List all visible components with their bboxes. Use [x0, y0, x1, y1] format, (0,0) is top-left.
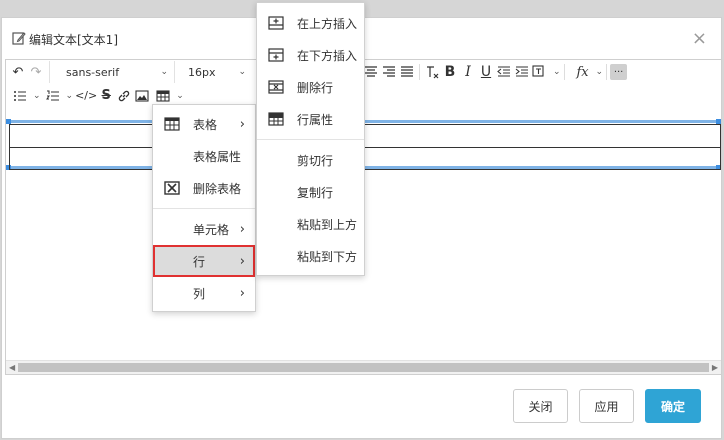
numbered-list-icon[interactable] [44, 86, 62, 106]
menu-item-insert-row-above[interactable]: 在上方插入 [257, 7, 364, 39]
menu-item-label: 删除表格 [193, 181, 242, 196]
bullet-list-icon[interactable] [11, 86, 29, 106]
menu-item-insert-row-below[interactable]: 在下方插入 [257, 39, 364, 71]
menu-item-label: 表格 [193, 117, 218, 132]
align-justify-icon[interactable] [398, 62, 416, 82]
chevron-down-icon[interactable]: ⌄ [33, 91, 41, 101]
menu-item-delete-table[interactable]: 删除表格 [153, 172, 255, 204]
chevron-down-icon[interactable]: ⌄ [596, 67, 604, 77]
toolbar-divider [606, 64, 608, 80]
chevron-down-icon: ⌄ [160, 67, 168, 77]
scrollbar-thumb[interactable] [18, 363, 709, 372]
undo-icon[interactable]: ↶ [9, 62, 27, 82]
font-family-select[interactable]: sans-serif ⌄ [49, 61, 174, 83]
edit-icon [12, 31, 26, 48]
menu-divider [257, 139, 364, 140]
toolbar-divider [419, 64, 420, 80]
menu-item-label: 列 [193, 286, 206, 301]
formula-button[interactable]: fx [574, 62, 592, 82]
menu-item-table-properties[interactable]: 表格属性 [153, 140, 255, 172]
menu-item-row-properties[interactable]: 行属性 [257, 103, 364, 135]
font-size-value: 16px [188, 65, 216, 79]
content-table[interactable] [9, 124, 721, 170]
menu-item-paste-row-below[interactable]: 粘贴到下方 [257, 240, 364, 272]
menu-item-cell[interactable]: 单元格 › [153, 213, 255, 245]
menu-item-label: 删除行 [297, 80, 334, 95]
align-right-icon[interactable] [380, 62, 398, 82]
more-button[interactable]: ··· [610, 64, 628, 80]
chevron-right-icon: › [239, 116, 245, 132]
indent-icon[interactable] [513, 62, 531, 82]
font-family-value: sans-serif [66, 65, 120, 79]
redo-icon[interactable]: ↷ [27, 62, 45, 82]
ok-button[interactable]: 确定 [645, 389, 701, 423]
menu-item-label: 行 [193, 254, 206, 269]
link-icon[interactable] [115, 86, 133, 106]
menu-item-label: 单元格 [193, 222, 230, 237]
scroll-right-icon[interactable]: ▶ [712, 361, 718, 374]
menu-item-row[interactable]: 行 › [153, 245, 255, 277]
menu-item-label: 剪切行 [297, 153, 334, 168]
menu-item-label: 在上方插入 [297, 16, 358, 31]
delete-row-icon [268, 80, 284, 94]
chevron-down-icon: ⌄ [238, 67, 246, 77]
table-row[interactable] [10, 125, 720, 148]
italic-button[interactable]: I [459, 62, 477, 82]
chevron-right-icon: › [239, 285, 245, 301]
toolbar-divider [563, 64, 565, 80]
chevron-right-icon: › [239, 221, 245, 237]
menu-divider [153, 208, 255, 209]
insert-row-below-icon [268, 48, 284, 62]
table-icon [164, 117, 180, 131]
menu-item-cut-row[interactable]: 剪切行 [257, 144, 364, 176]
apply-button[interactable]: 应用 [579, 389, 634, 423]
clear-format-icon[interactable] [423, 62, 441, 82]
dialog-title-text: 编辑文本[文本1] [29, 32, 118, 47]
menu-item-paste-row-above[interactable]: 粘贴到上方 [257, 208, 364, 240]
table-context-menu: 表格 › 表格属性 删除表格 单元格 › 行 › 列 › [152, 104, 256, 312]
menu-item-copy-row[interactable]: 复制行 [257, 176, 364, 208]
insert-row-above-icon [268, 16, 284, 30]
menu-item-label: 粘贴到上方 [297, 217, 358, 232]
font-size-select[interactable]: 16px ⌄ [174, 61, 252, 83]
text-style-icon[interactable] [531, 62, 549, 82]
menu-item-label: 行属性 [297, 112, 334, 127]
table-row[interactable] [10, 148, 720, 170]
menu-item-table[interactable]: 表格 › [153, 108, 255, 140]
menu-item-label: 粘贴到下方 [297, 249, 358, 264]
row-submenu: 在上方插入 在下方插入 删除行 行属性 剪切行 复制行 粘贴到上方 粘贴到下方 [256, 2, 365, 276]
menu-item-label: 在下方插入 [297, 48, 358, 63]
image-icon[interactable] [133, 86, 151, 106]
horizontal-scrollbar[interactable]: ◀ ▶ [6, 360, 721, 374]
chevron-down-icon[interactable]: ⌄ [553, 67, 561, 77]
menu-item-label: 复制行 [297, 185, 334, 200]
menu-item-label: 表格属性 [193, 149, 242, 164]
underline-button[interactable]: U [477, 62, 495, 82]
delete-table-icon [164, 181, 180, 195]
menu-item-delete-row[interactable]: 删除行 [257, 71, 364, 103]
dialog-title: 编辑文本[文本1] [12, 30, 118, 48]
close-button[interactable]: 关闭 [513, 389, 568, 423]
chevron-right-icon: › [239, 253, 245, 269]
table-icon[interactable] [154, 86, 172, 106]
strikethrough-button[interactable]: S [97, 86, 115, 106]
menu-item-column[interactable]: 列 › [153, 277, 255, 309]
row-properties-icon [268, 112, 284, 126]
chevron-down-icon[interactable]: ⌄ [66, 91, 74, 101]
close-icon[interactable]: × [692, 28, 707, 49]
chevron-down-icon[interactable]: ⌄ [176, 91, 184, 101]
bold-button[interactable]: B [441, 62, 459, 82]
outdent-icon[interactable] [495, 62, 513, 82]
scroll-left-icon[interactable]: ◀ [9, 361, 15, 374]
code-button[interactable]: </> [75, 86, 97, 106]
